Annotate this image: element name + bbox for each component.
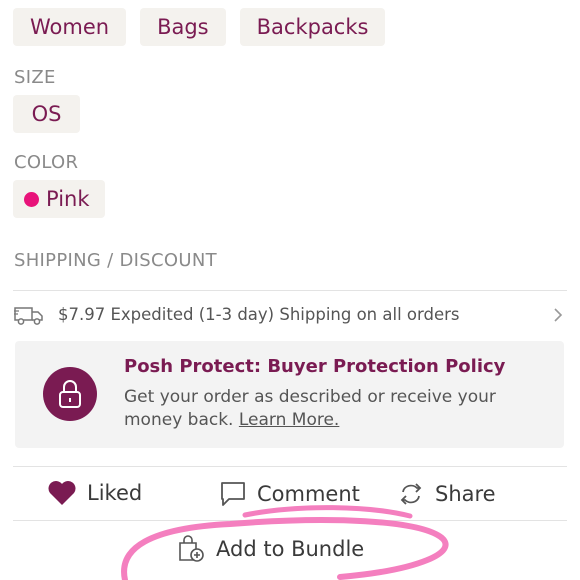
category-chip-backpacks[interactable]: Backpacks (239, 8, 386, 46)
protect-title: Posh Protect: Buyer Protection Policy (124, 356, 506, 377)
size-chip[interactable]: OS (13, 95, 80, 133)
chevron-right-icon (554, 307, 563, 322)
shipping-text: $7.97 Expedited (1-3 day) Shipping on al… (58, 305, 460, 324)
heart-icon (48, 481, 76, 505)
truck-icon (14, 306, 43, 325)
like-button[interactable]: Liked (47, 480, 142, 506)
bundle-bag-icon (179, 535, 204, 562)
comment-button[interactable]: Comment (219, 480, 360, 508)
lock-icon (43, 367, 97, 421)
bundle-label: Add to Bundle (216, 537, 365, 561)
color-chip[interactable]: Pink (13, 180, 105, 218)
posh-protect-banner: Posh Protect: Buyer Protection Policy Ge… (15, 341, 564, 448)
shipping-row[interactable]: $7.97 Expedited (1-3 day) Shipping on al… (13, 290, 567, 338)
protect-description: Get your order as described or receive y… (124, 386, 544, 432)
learn-more-link[interactable]: Learn More. (239, 410, 339, 430)
comment-icon (221, 482, 245, 506)
shipping-section-label: SHIPPING / DISCOUNT (14, 250, 217, 271)
add-to-bundle-button[interactable]: Add to Bundle (176, 534, 364, 564)
share-icon (400, 483, 422, 505)
share-button[interactable]: Share (397, 480, 496, 508)
color-value: Pink (46, 187, 90, 211)
action-bar: Liked Comment Share (13, 466, 567, 521)
color-swatch (24, 191, 39, 207)
color-label: COLOR (14, 152, 79, 173)
size-label: SIZE (14, 67, 56, 88)
share-label: Share (435, 482, 496, 506)
category-chip-women[interactable]: Women (13, 8, 127, 46)
like-label: Liked (87, 481, 143, 505)
category-chips: Women Bags Backpacks (13, 8, 386, 46)
comment-label: Comment (257, 482, 360, 506)
category-chip-bags[interactable]: Bags (140, 8, 226, 46)
